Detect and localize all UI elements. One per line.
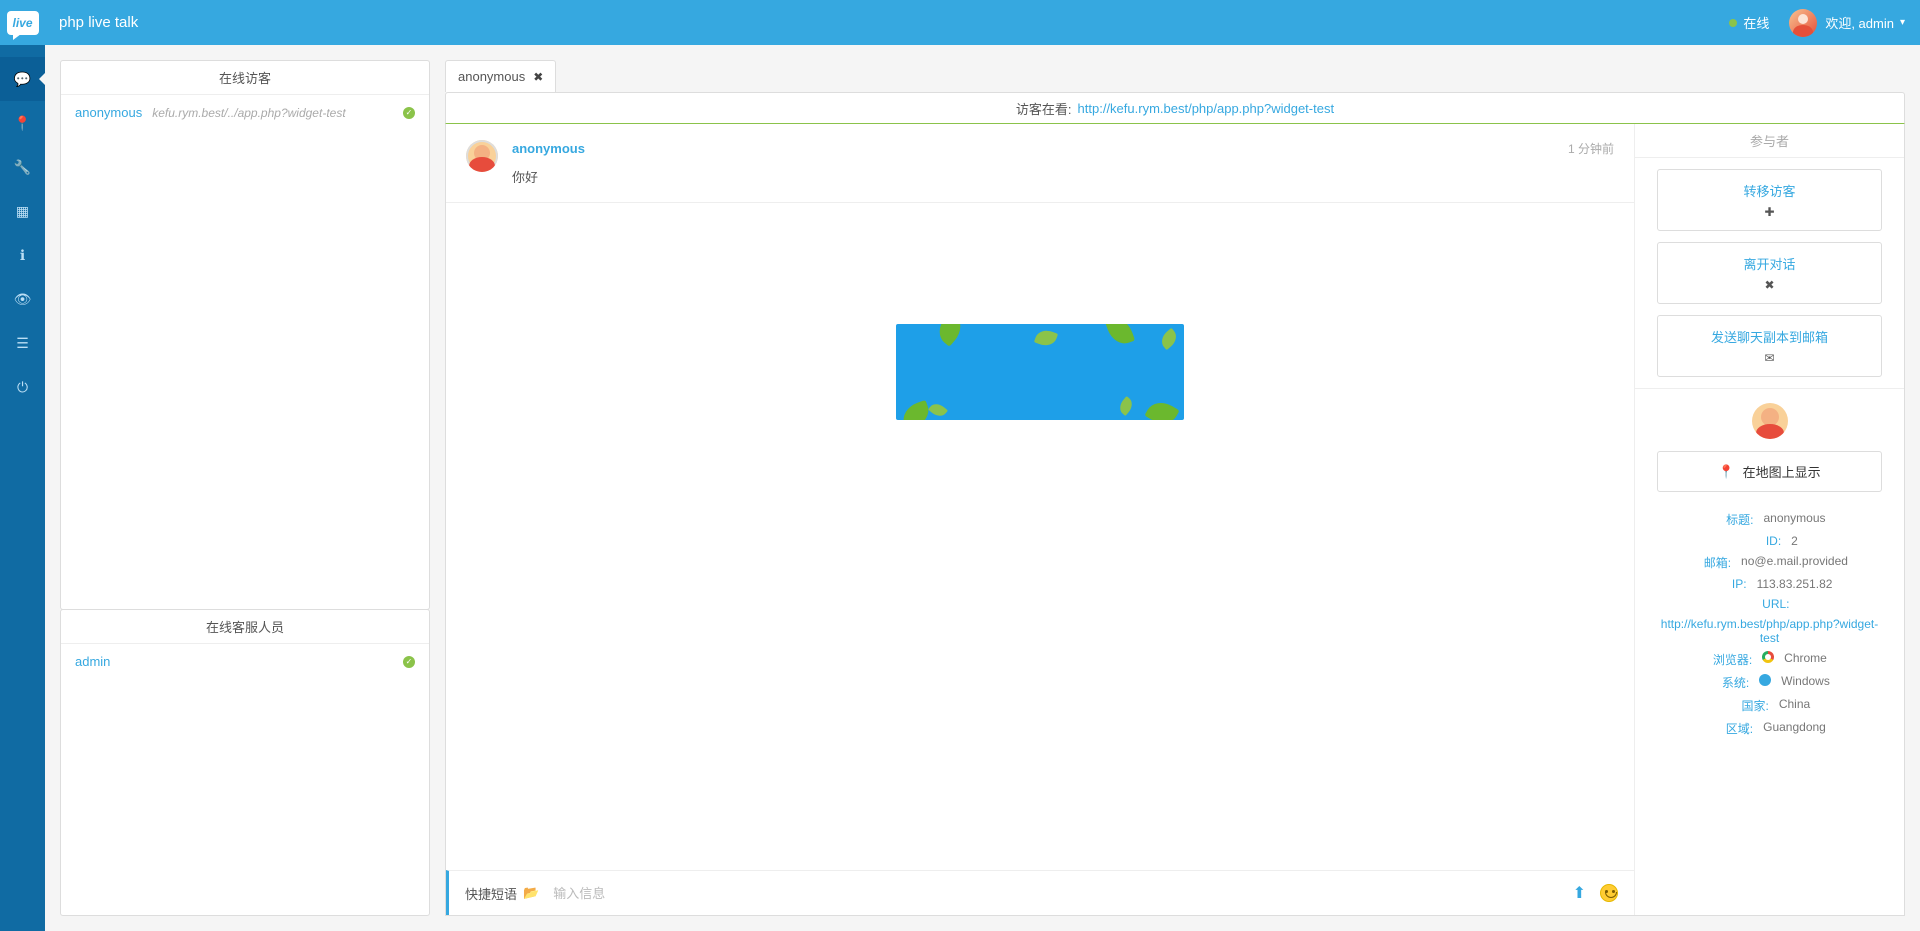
chevron-down-icon[interactable]: ▾ [1900,17,1905,28]
message-text: 你好 [512,167,1614,186]
online-visitors-panel: 在线访客 anonymous kefu.rym.best/../app.php?… [60,60,430,610]
app-logo[interactable]: live [0,0,45,45]
sidebar-item-location[interactable]: 📍 [0,101,45,145]
online-agents-title: 在线客服人员 [61,610,429,644]
chat-bubble-icon: live [7,11,39,35]
info-country-value: China [1779,697,1810,714]
info-region-label: 区域: [1713,720,1753,737]
sidebar-nav: 💬 📍 🔧 ▦ ℹ 👁 ☰ ⏻ [0,45,45,931]
grid-icon: ▦ [16,203,29,220]
mail-icon: ✉ [1764,351,1774,365]
visitor-current-url-bar: 访客在看: http://kefu.rym.best/php/app.php?w… [445,92,1905,124]
sidebar-item-widgets[interactable]: ▦ [0,189,45,233]
info-url-label: URL: [1750,597,1790,611]
folder-icon: 📂 [523,885,539,901]
wrench-icon: 🔧 [14,159,31,176]
info-url-value[interactable]: http://kefu.rym.best/php/app.php?widget-… [1657,614,1882,648]
agent-item[interactable]: admin ✓ [61,644,429,679]
info-os-value: Windows [1781,674,1830,691]
guest-info: 标题:anonymous ID:2 邮箱:no@e.mail.provided … [1635,508,1904,740]
app-title: php live talk [59,14,138,31]
visitor-online-icon: ✓ [403,107,415,119]
map-pin-icon: 📍 [1718,464,1734,480]
sidebar-item-logout[interactable]: ⏻ [0,365,45,409]
show-on-map-button[interactable]: 📍 在地图上显示 [1657,451,1882,492]
info-title-value: anonymous [1763,511,1825,528]
close-icon[interactable]: ✖ [533,70,543,84]
info-title-label: 标题: [1713,511,1753,528]
windows-icon [1759,674,1771,686]
pin-icon: 📍 [14,115,31,132]
close-icon: ✖ [1764,278,1774,292]
plus-icon: ✚ [1764,205,1774,219]
info-ip-label: IP: [1707,577,1747,591]
agent-name: admin [75,654,110,669]
sender-name: anonymous [512,141,585,156]
chat-icon: 💬 [14,71,31,88]
conversation-tab[interactable]: anonymous ✖ [445,60,556,92]
sidebar-item-info[interactable]: ℹ [0,233,45,277]
transfer-label: 转移访客 [1666,181,1873,200]
power-icon: ⏻ [17,379,28,396]
info-country-label: 国家: [1729,697,1769,714]
visitor-url: kefu.rym.best/../app.php?widget-test [152,106,345,120]
emoji-icon[interactable] [1600,884,1618,902]
message-composer: 快捷短语 📂 ⬆ [446,870,1634,915]
sidebar-item-tools[interactable]: 🔧 [0,145,45,189]
transfer-visitor-button[interactable]: 转移访客 ✚ [1657,169,1882,231]
visitor-name: anonymous [75,105,142,120]
quick-phrases-button[interactable]: 快捷短语 📂 [465,884,539,903]
info-browser-label: 浏览器: [1712,651,1752,668]
eye-icon: 👁 [14,291,32,308]
online-status-text[interactable]: 在线 [1743,13,1769,32]
chat-message: anonymous 1 分钟前 你好 [446,124,1634,203]
leave-label: 离开对话 [1666,254,1873,273]
send-mail-label: 发送聊天副本到邮箱 [1666,327,1873,346]
guest-avatar-icon [1752,403,1788,439]
visitor-item[interactable]: anonymous kefu.rym.best/../app.php?widge… [61,95,429,130]
top-header: live php live talk 在线 欢迎, admin ▾ [0,0,1920,45]
leave-conversation-button[interactable]: 离开对话 ✖ [1657,242,1882,304]
sidebar-item-view[interactable]: 👁 [0,277,45,321]
chat-messages: anonymous 1 分钟前 你好 [446,124,1634,870]
chrome-icon [1762,651,1774,663]
online-visitors-title: 在线访客 [61,61,429,95]
info-os-label: 系统: [1709,674,1749,691]
message-time: 1 分钟前 [1568,140,1614,157]
info-id-label: ID: [1741,534,1781,548]
info-browser-value: Chrome [1784,651,1827,668]
message-input[interactable] [553,886,1558,901]
sender-avatar-icon [466,140,498,172]
welcome-text: 欢迎, admin [1825,13,1894,32]
info-ip-value: 113.83.251.82 [1757,577,1833,591]
send-transcript-button[interactable]: 发送聊天副本到邮箱 ✉ [1657,315,1882,377]
show-map-label: 在地图上显示 [1743,462,1821,481]
urlbar-prefix: 访客在看: [1016,99,1072,118]
info-id-value: 2 [1791,534,1798,548]
quick-phrases-label: 快捷短语 [465,884,517,903]
sidebar-item-chat[interactable]: 💬 [0,57,45,101]
user-avatar-icon[interactable] [1789,9,1817,37]
sidebar-item-reports[interactable]: ☰ [0,321,45,365]
participants-title: 参与者 [1635,124,1904,158]
ad-banner[interactable] [896,324,1184,420]
online-status-dot-icon [1729,19,1737,27]
info-email-label: 邮箱: [1691,554,1731,571]
tab-label: anonymous [458,69,525,84]
info-icon: ℹ [20,247,25,264]
info-region-value: Guangdong [1763,720,1826,737]
conversation-tabs: anonymous ✖ [445,60,1905,92]
info-email-value: no@e.mail.provided [1741,554,1848,571]
bars-icon: ☰ [16,335,29,352]
online-agents-panel: 在线客服人员 admin ✓ [60,609,430,916]
participants-panel: 参与者 转移访客 ✚ 离开对话 ✖ 发送聊天副本到邮箱 [1634,124,1904,915]
visitor-url-link[interactable]: http://kefu.rym.best/php/app.php?widget-… [1078,101,1335,116]
upload-icon[interactable]: ⬆ [1573,883,1586,903]
agent-online-icon: ✓ [403,656,415,668]
